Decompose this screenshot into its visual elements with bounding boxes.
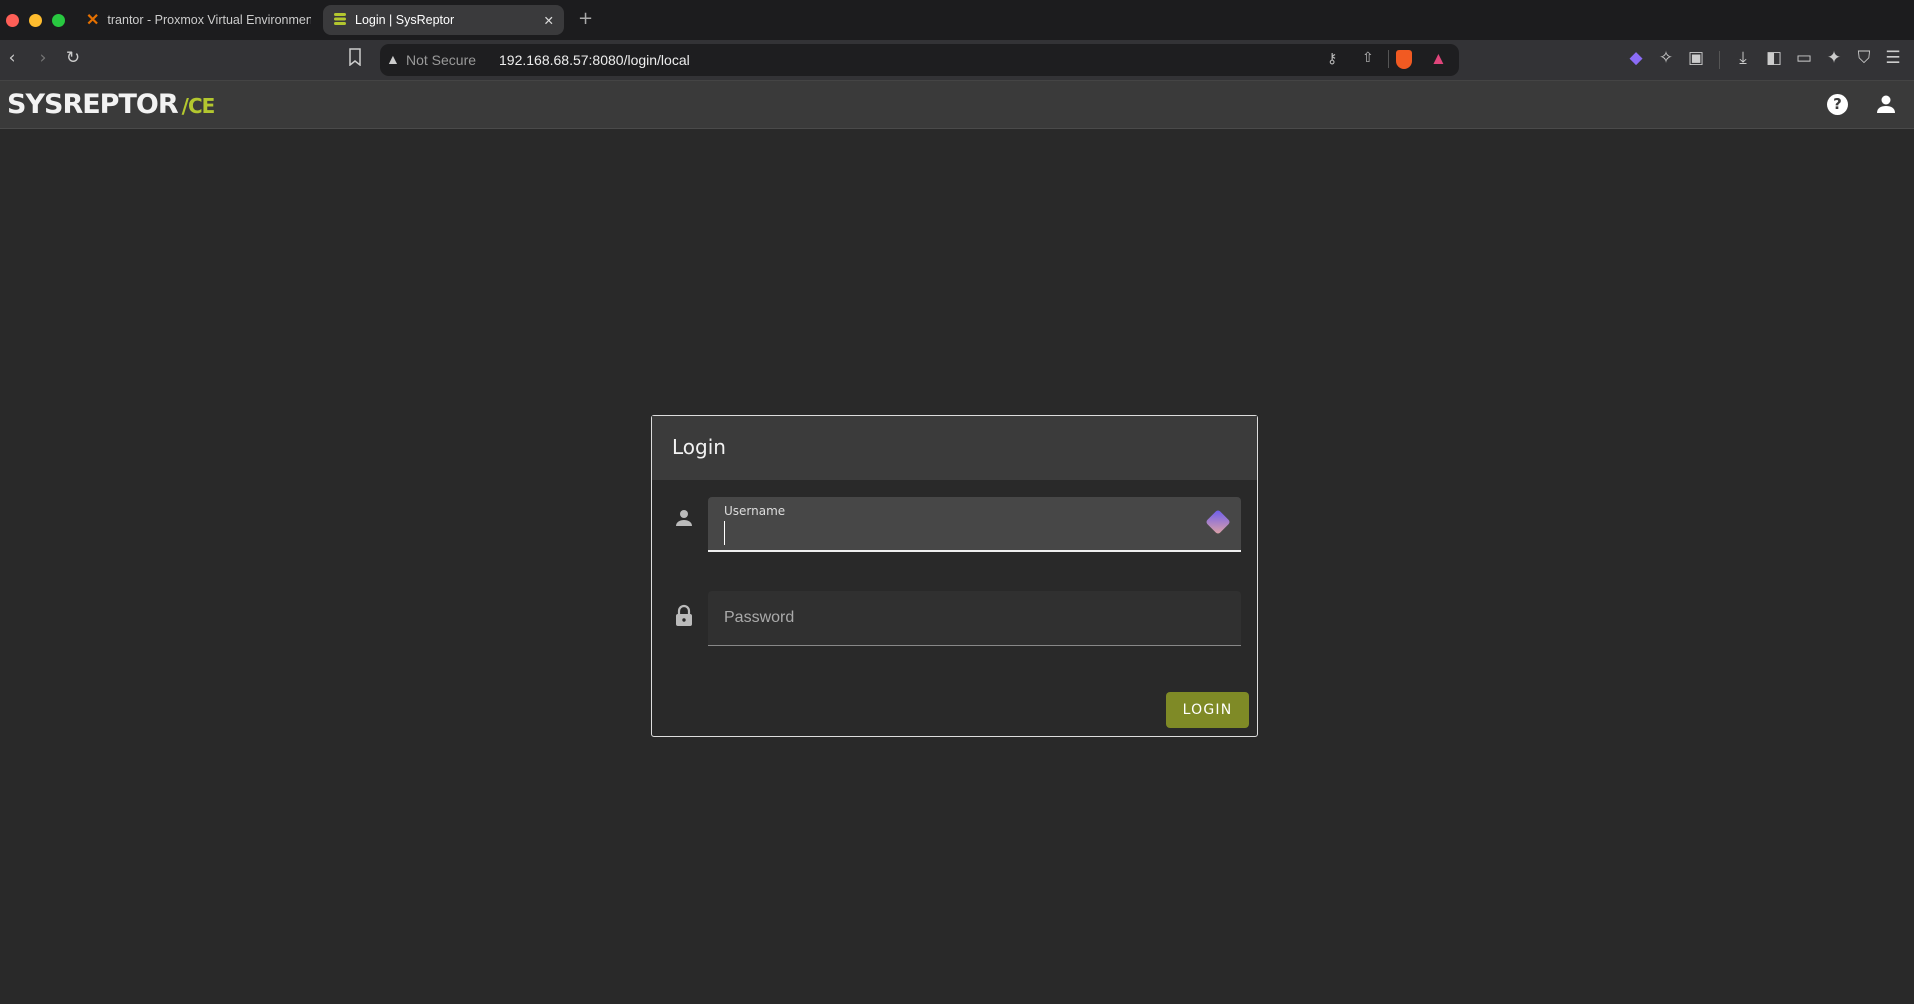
brave-shields-icon[interactable]	[1396, 50, 1412, 69]
menu-icon[interactable]: ☰	[1881, 48, 1905, 68]
password-input[interactable]	[724, 603, 1224, 633]
account-icon[interactable]	[1876, 94, 1896, 118]
tab-proxmox[interactable]: ✕ trantor - Proxmox Virtual Environment	[86, 5, 311, 35]
back-icon[interactable]: ‹	[0, 48, 24, 68]
logo-suffix: /CE	[182, 94, 215, 118]
wallet-extension-icon[interactable]: ◆	[1624, 48, 1648, 68]
tab-title: Login | SysReptor	[355, 13, 454, 27]
close-tab-icon[interactable]: ✕	[544, 13, 554, 28]
forward-icon[interactable]: ›	[31, 48, 55, 68]
card-header: Login	[652, 416, 1257, 480]
help-icon[interactable]: ?	[1827, 94, 1848, 115]
warning-icon: ▲	[386, 51, 400, 67]
login-card: Login Username LOGIN	[651, 415, 1258, 737]
person-icon	[672, 506, 696, 530]
sysreptor-icon	[333, 12, 347, 29]
maximize-window-button[interactable]	[52, 14, 65, 27]
share-icon[interactable]: ⇧	[1362, 49, 1374, 66]
tab-title: trantor - Proxmox Virtual Environment	[107, 13, 311, 27]
divider	[1719, 51, 1720, 69]
username-field[interactable]: Username	[708, 497, 1241, 552]
bookmark-icon[interactable]	[343, 48, 367, 71]
close-window-button[interactable]	[6, 14, 19, 27]
brave-rewards-icon[interactable]: ▲	[1430, 49, 1447, 69]
username-label: Username	[724, 504, 785, 518]
username-input[interactable]	[724, 521, 1194, 545]
address-bar[interactable]: ▲ Not Secure 192.168.68.57:8080/login/lo…	[380, 44, 1459, 76]
key-icon[interactable]: ⚷	[1327, 50, 1337, 67]
sysreptor-logo[interactable]: SYSREPTOR/CE	[7, 89, 214, 120]
login-button[interactable]: LOGIN	[1166, 692, 1249, 728]
password-field[interactable]	[708, 591, 1241, 646]
vpn-icon[interactable]: ⛉	[1852, 48, 1876, 68]
logo-text: SYSREPTOR	[7, 89, 178, 120]
extensions-icon[interactable]: ✧	[1654, 48, 1678, 68]
browser-tab-bar: ✕ trantor - Proxmox Virtual Environment …	[0, 0, 1914, 40]
sidebar-icon[interactable]: ◧	[1762, 48, 1786, 68]
divider	[1388, 50, 1389, 68]
new-tab-button[interactable]: +	[578, 8, 593, 29]
reload-icon[interactable]: ↻	[61, 48, 85, 68]
password-manager-icon[interactable]	[1205, 509, 1230, 534]
tab-sysreptor[interactable]: Login | SysReptor ✕	[323, 5, 564, 35]
url-text[interactable]: 192.168.68.57:8080/login/local	[499, 52, 690, 68]
security-label[interactable]: Not Secure	[406, 52, 476, 68]
app-bar: SYSREPTOR/CE ?	[0, 81, 1914, 129]
reader-icon[interactable]: ▣	[1684, 48, 1708, 68]
card-title: Login	[672, 435, 726, 459]
minimize-window-button[interactable]	[29, 14, 42, 27]
proxmox-icon: ✕	[86, 10, 99, 30]
download-icon[interactable]: ⤓	[1731, 48, 1755, 68]
leo-ai-icon[interactable]: ✦	[1822, 48, 1846, 68]
wallet-icon[interactable]: ▭	[1792, 48, 1816, 68]
lock-icon	[672, 604, 696, 628]
